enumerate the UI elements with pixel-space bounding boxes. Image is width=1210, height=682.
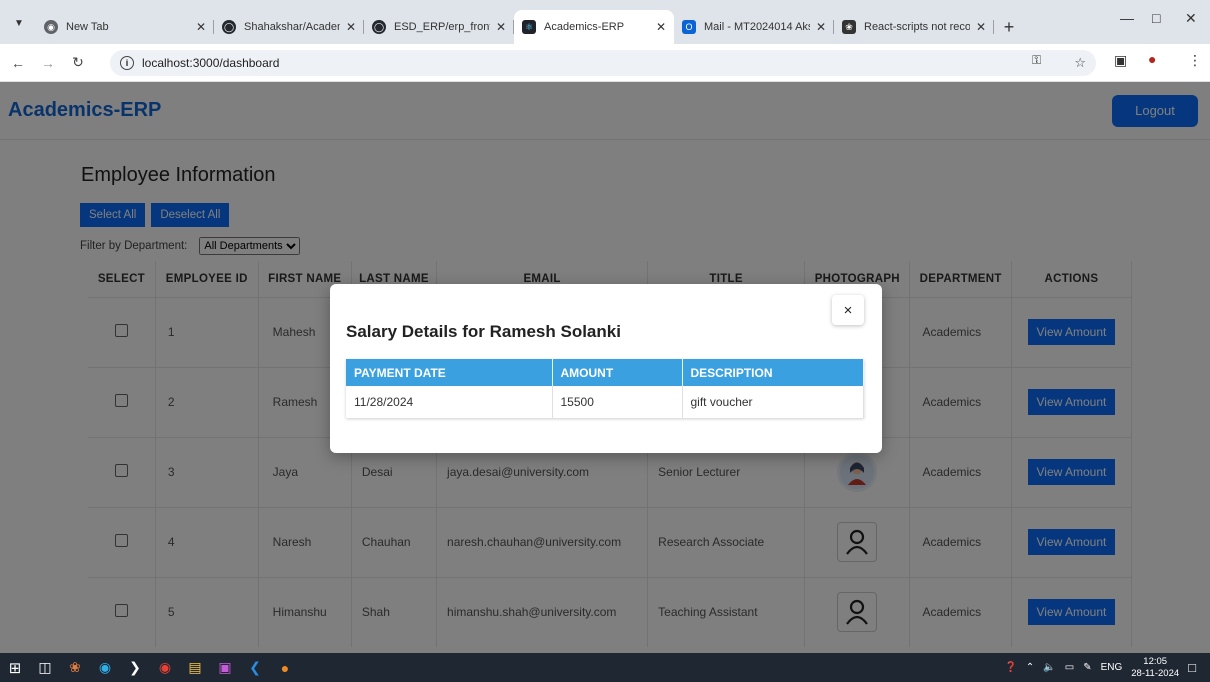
- chevron-up-icon[interactable]: ⌃: [1026, 662, 1034, 673]
- react-icon: ⚛: [522, 20, 536, 34]
- payment-amount: 15500: [552, 386, 683, 418]
- reload-icon[interactable]: ↻: [66, 54, 90, 71]
- tab-new-tab[interactable]: ◉ New Tab ✕: [36, 10, 214, 44]
- extensions-icon[interactable]: ▣: [1114, 52, 1127, 69]
- close-window-icon[interactable]: ✕: [1185, 10, 1197, 27]
- tab-search-button[interactable]: ▼: [8, 12, 30, 34]
- task-view-icon[interactable]: ◫: [30, 653, 60, 682]
- profile-avatar-icon[interactable]: ●: [1148, 51, 1156, 67]
- clock-date: 28-11-2024: [1131, 667, 1180, 679]
- tab-label: Mail - MT2024014 Aksh: [704, 21, 810, 33]
- chrome-taskbar-icon[interactable]: ◉: [150, 653, 180, 682]
- clock-time: 12:05: [1143, 655, 1168, 667]
- tab-chatgpt[interactable]: ❀ React-scripts not recogn ✕: [834, 10, 994, 44]
- tab-label: Academics-ERP: [544, 21, 625, 33]
- notification-icon[interactable]: □: [1188, 660, 1196, 675]
- tab-outlook-mail[interactable]: O Mail - MT2024014 Aksh ✕: [674, 10, 834, 44]
- close-tab-icon[interactable]: ✕: [496, 20, 506, 34]
- column-header: DESCRIPTION: [682, 359, 864, 386]
- edge-icon[interactable]: ◉: [90, 653, 120, 682]
- url-input[interactable]: i localhost:3000/dashboard ☆: [110, 50, 1096, 76]
- bookmark-star-icon[interactable]: ☆: [1074, 55, 1086, 71]
- tab-label: Shahakshar/Academics-: [244, 21, 340, 33]
- github-icon: ◯: [222, 20, 236, 34]
- tab-github-erp[interactable]: ◯ ESD_ERP/erp_frontend/s ✕: [364, 10, 514, 44]
- copilot-icon[interactable]: ❀: [60, 653, 90, 682]
- pen-icon[interactable]: ✎: [1083, 662, 1091, 673]
- windows-taskbar: ⊞ ◫ ❀ ◉ ❯ ◉ ▤ ▣ ❮ ● ❓ ⌃ 🔈 ▭ ✎ ENG 12:05 …: [0, 653, 1210, 682]
- tab-label: React-scripts not recogn: [864, 21, 970, 33]
- modal-close-button[interactable]: ×: [832, 295, 864, 325]
- column-header: PAYMENT DATE: [346, 359, 553, 386]
- postman-icon[interactable]: ●: [270, 653, 300, 682]
- table-row: 11/28/2024 15500 gift voucher: [346, 386, 864, 418]
- tab-academics-erp[interactable]: ⚛ Academics-ERP ✕: [514, 10, 674, 44]
- intellij-icon[interactable]: ▣: [210, 653, 240, 682]
- url-text: localhost:3000/dashboard: [142, 56, 280, 70]
- language-indicator[interactable]: ENG: [1101, 662, 1123, 673]
- vscode-icon[interactable]: ❮: [240, 653, 270, 682]
- forward-icon[interactable]: →: [36, 55, 60, 71]
- windows-start-icon[interactable]: ⊞: [0, 653, 30, 682]
- close-tab-icon[interactable]: ✕: [816, 20, 826, 34]
- app-s-icon[interactable]: ❯: [120, 653, 150, 682]
- tab-label: New Tab: [66, 21, 109, 33]
- payment-description: gift voucher: [682, 386, 864, 418]
- file-explorer-icon[interactable]: ▤: [180, 653, 210, 682]
- clock[interactable]: 12:05 28-11-2024: [1131, 656, 1179, 680]
- github-icon: ◯: [372, 20, 386, 34]
- site-info-icon[interactable]: i: [120, 56, 134, 70]
- close-tab-icon[interactable]: ✕: [196, 20, 206, 34]
- tab-label: ESD_ERP/erp_frontend/s: [394, 21, 490, 33]
- salary-details-modal: × Salary Details for Ramesh Solanki PAYM…: [330, 284, 882, 453]
- volume-icon[interactable]: 🔈: [1043, 662, 1055, 673]
- close-tab-icon[interactable]: ✕: [976, 20, 986, 34]
- modal-title: Salary Details for Ramesh Solanki: [346, 322, 621, 341]
- maximize-icon[interactable]: □: [1152, 10, 1160, 26]
- browser-tab-strip: ▼ ◉ New Tab ✕ ◯ Shahakshar/Academics- ✕ …: [0, 0, 1210, 44]
- help-icon[interactable]: ❓: [1004, 662, 1016, 673]
- outlook-icon: O: [682, 20, 696, 34]
- salary-header-row: PAYMENT DATE AMOUNT DESCRIPTION: [346, 359, 864, 386]
- system-tray: ❓ ⌃ 🔈 ▭ ✎ ENG 12:05 28-11-2024 □: [1004, 653, 1196, 682]
- browser-menu-icon[interactable]: ⋮: [1188, 52, 1202, 69]
- chatgpt-icon: ❀: [842, 20, 856, 34]
- address-bar: ← → ↻ i localhost:3000/dashboard ☆ ⚿ ▣ ●…: [0, 44, 1210, 82]
- chrome-icon: ◉: [44, 20, 58, 34]
- battery-icon[interactable]: ▭: [1065, 662, 1074, 673]
- close-tab-icon[interactable]: ✕: [656, 20, 666, 34]
- tab-github-academics[interactable]: ◯ Shahakshar/Academics- ✕: [214, 10, 364, 44]
- close-tab-icon[interactable]: ✕: [346, 20, 356, 34]
- password-key-icon[interactable]: ⚿: [1032, 53, 1041, 68]
- minimize-icon[interactable]: —: [1120, 10, 1134, 26]
- column-header: AMOUNT: [552, 359, 683, 386]
- new-tab-button[interactable]: +: [994, 10, 1024, 44]
- salary-table: PAYMENT DATE AMOUNT DESCRIPTION 11/28/20…: [346, 359, 864, 418]
- back-icon[interactable]: ←: [6, 55, 30, 71]
- payment-date: 11/28/2024: [346, 386, 553, 418]
